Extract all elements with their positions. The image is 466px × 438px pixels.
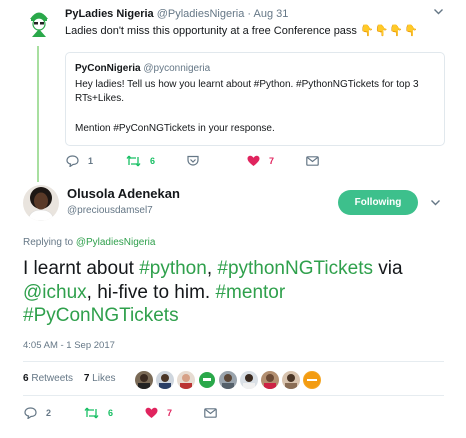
like-count: 7 xyxy=(269,156,275,166)
quoted-tweet-text: Hey ladies! Tell us how you learnt about… xyxy=(75,79,419,104)
quoted-tweet-card[interactable]: PyConNigeria @pyconnigeria Hey ladies! T… xyxy=(65,52,445,146)
tweet-text-segment: I learnt about xyxy=(23,258,140,279)
reply-count: 1 xyxy=(88,156,94,166)
separator-dot: · xyxy=(247,8,252,20)
pyladies-avatar[interactable] xyxy=(23,7,55,39)
reply-button[interactable]: 2 xyxy=(24,407,51,419)
replying-to-handle-link[interactable]: @PyladiesNigeria xyxy=(76,237,156,248)
retweet-count: 6 xyxy=(108,408,114,418)
quoted-tweet-header: PyConNigeria @pyconnigeria xyxy=(75,63,210,74)
author-name[interactable]: Olusola Adenekan xyxy=(67,186,180,201)
retweets-stat-label: Retweets xyxy=(31,373,74,384)
liker-avatar[interactable] xyxy=(240,371,258,389)
pocket-button[interactable] xyxy=(187,155,199,166)
retweet-icon xyxy=(84,407,99,419)
replying-to-line: Replying to @PyladiesNigeria xyxy=(23,237,155,248)
tweet-text: I learnt about #python, #pythonNGTickets… xyxy=(23,257,448,328)
liker-avatar[interactable] xyxy=(282,371,300,389)
replying-to-prefix: Replying to xyxy=(23,237,74,248)
retweet-button[interactable]: 6 xyxy=(126,155,155,167)
direct-message-button[interactable] xyxy=(204,408,217,418)
chevron-down-icon[interactable] xyxy=(433,6,444,20)
liker-avatars xyxy=(135,371,324,389)
retweet-count: 6 xyxy=(150,156,156,166)
like-count: 7 xyxy=(167,408,173,418)
direct-message-button[interactable] xyxy=(306,156,319,166)
retweets-stat[interactable]: 6 Retweets xyxy=(23,373,73,384)
liker-avatar[interactable] xyxy=(219,371,237,389)
original-tweet-header: PyLadies Nigeria @PyladiesNigeria · Aug … xyxy=(65,8,288,20)
thread-connector-line xyxy=(37,46,39,182)
tweet-text-segment: , xyxy=(206,258,218,279)
reply-icon xyxy=(66,155,79,167)
pointing-down-emoji-icon: 👇👇👇👇 xyxy=(360,25,419,37)
retweet-button[interactable]: 6 xyxy=(84,407,113,419)
engagement-stats: 6 Retweets 7 Likes xyxy=(23,373,116,384)
liker-avatar[interactable] xyxy=(198,371,216,389)
tweet-text-segment: via xyxy=(372,258,403,279)
author-avatar[interactable] xyxy=(23,185,59,221)
likes-stat[interactable]: 7 Likes xyxy=(84,373,116,384)
reply-count: 2 xyxy=(46,408,52,418)
quoted-author-name: PyConNigeria xyxy=(75,63,141,74)
reply-button[interactable]: 1 xyxy=(66,155,93,167)
original-author-name[interactable]: PyLadies Nigeria xyxy=(65,8,154,20)
liker-avatar[interactable] xyxy=(261,371,279,389)
mention-ichux-link[interactable]: @ichux xyxy=(23,282,87,303)
retweets-stat-count: 6 xyxy=(23,373,29,384)
tweet-timestamp[interactable]: 4:05 AM - 1 Sep 2017 xyxy=(23,340,115,351)
heart-icon xyxy=(247,155,260,166)
likes-stat-label: Likes xyxy=(92,373,116,384)
chevron-down-icon[interactable] xyxy=(430,197,441,211)
divider xyxy=(23,361,444,362)
hashtag-pyconngtickets-link[interactable]: #PyConNGTickets xyxy=(23,305,179,326)
divider xyxy=(23,395,444,396)
likes-stat-count: 7 xyxy=(83,373,90,384)
heart-icon xyxy=(145,407,158,418)
following-button[interactable]: Following xyxy=(338,190,418,215)
original-tweet-text-content: Ladies don't miss this opportunity at a … xyxy=(65,25,357,37)
author-handle[interactable]: @preciousdamsel7 xyxy=(67,205,153,216)
retweet-icon xyxy=(126,155,141,167)
original-tweet-text: Ladies don't miss this opportunity at a … xyxy=(65,24,419,37)
hashtag-pythonngtickets-link[interactable]: #pythonNGTickets xyxy=(217,258,373,279)
hashtag-python-link[interactable]: #python xyxy=(139,258,207,279)
reply-icon xyxy=(24,407,37,419)
envelope-icon xyxy=(306,156,319,166)
liker-avatar[interactable] xyxy=(303,371,321,389)
liker-avatar[interactable] xyxy=(135,371,153,389)
like-button[interactable]: 7 xyxy=(145,407,172,419)
pocket-icon xyxy=(187,155,199,166)
quoted-tweet-mention-line: Mention #PyConNGTickets in your response… xyxy=(75,123,275,134)
original-author-handle[interactable]: @PyladiesNigeria xyxy=(157,8,245,20)
liker-avatar[interactable] xyxy=(177,371,195,389)
quoted-author-handle: @pyconnigeria xyxy=(143,63,211,74)
original-tweet-date[interactable]: Aug 31 xyxy=(254,8,289,20)
tweet-text-segment: , hi-five to him. xyxy=(86,281,216,303)
envelope-icon xyxy=(204,408,217,418)
hashtag-mentor-link[interactable]: #mentor xyxy=(215,282,285,303)
like-button[interactable]: 7 xyxy=(247,155,274,167)
liker-avatar[interactable] xyxy=(156,371,174,389)
